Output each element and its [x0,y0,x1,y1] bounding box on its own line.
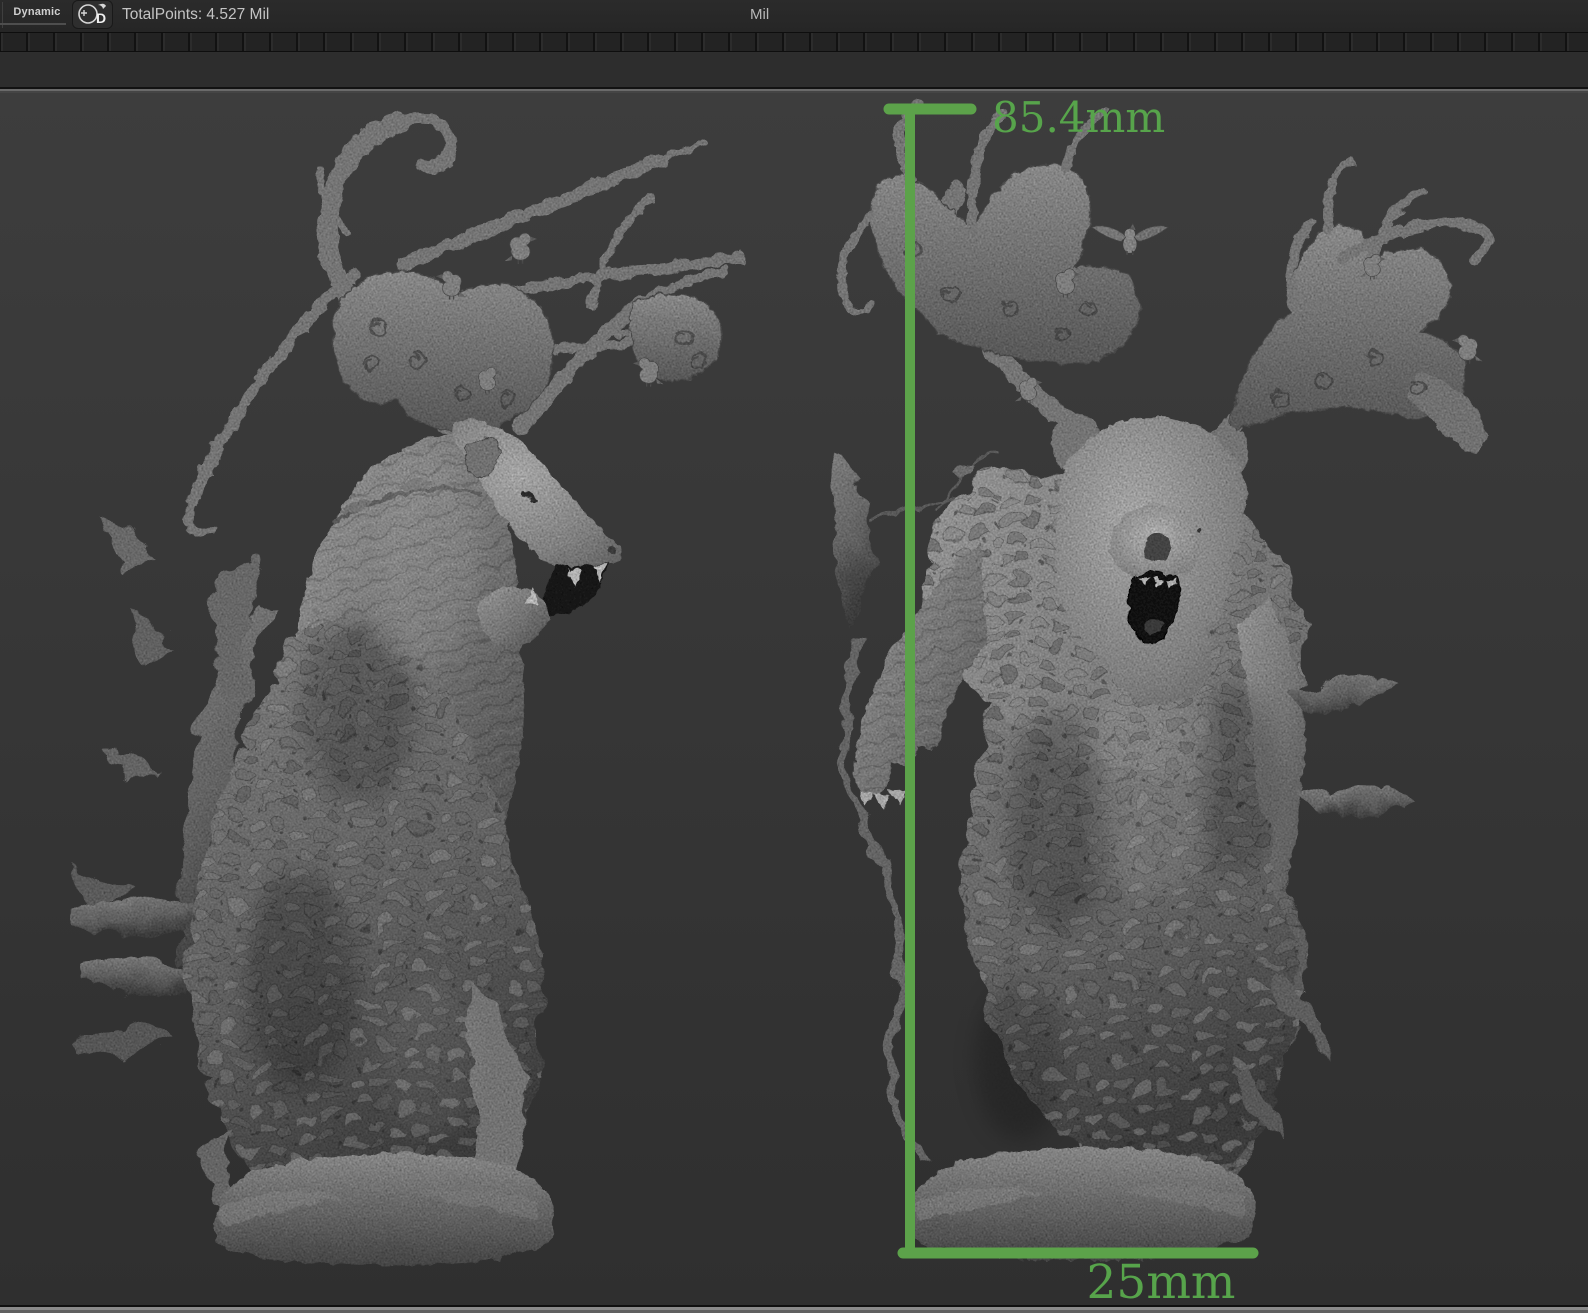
model-view-front[interactable] [827,104,1487,1258]
width-measurement-label: 25mm [1066,1255,1256,1305]
bottom-panel-edge [0,1305,1588,1313]
viewport-canvas[interactable]: 85.4mm 25mm [0,93,1588,1305]
total-points-label: TotalPoints: 4.527 Mil [122,0,269,32]
mil-label: Mil [750,0,769,32]
dynamic-button[interactable]: Dynamic [6,0,68,24]
model-view-side[interactable] [62,116,740,1263]
timeline-strip[interactable] [0,32,1588,52]
antlers-right-figure [839,104,1487,450]
base-right [907,1147,1253,1258]
sculpt-render [0,93,1588,1305]
dynamic-subdiv-icon: D [73,1,112,28]
zbrush-window: Dynamic D TotalPoints: 4.527 Mil Mil [0,0,1588,1313]
icon-letter: D [96,10,106,26]
empty-toolbar-row [0,53,1588,87]
height-measurement-label: 85.4mm [992,93,1165,142]
plus-icon [81,10,87,16]
dynamic-button-underline [0,23,66,25]
top-toolbar: Dynamic D TotalPoints: 4.527 Mil Mil [0,0,1588,32]
rotate-arrow-icon [98,4,106,9]
base-left [213,1151,553,1263]
dynamic-subdiv-button[interactable]: D [72,0,113,29]
